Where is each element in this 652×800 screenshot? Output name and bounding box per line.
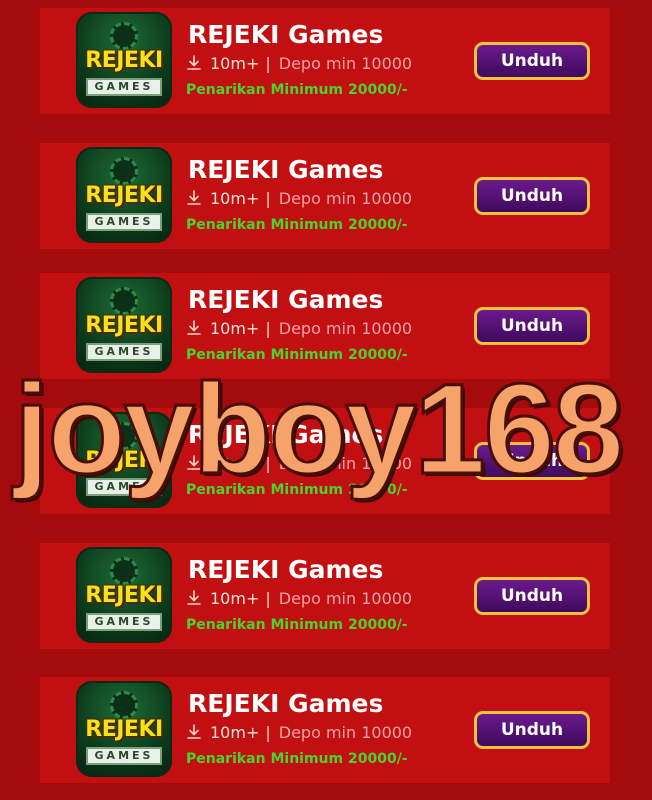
meta-separator: |	[265, 54, 271, 73]
app-meta: 10m+ | Depo min 10000	[186, 319, 412, 340]
poker-chip-icon	[110, 691, 138, 719]
withdraw-minimum: Penarikan Minimum 20000/-	[186, 751, 408, 767]
poker-chip-icon	[110, 287, 138, 315]
app-title: REJEKI Games	[188, 689, 384, 718]
download-icon	[186, 590, 204, 610]
meta-separator: |	[265, 189, 271, 208]
app-meta: 10m+ | Depo min 10000	[186, 189, 412, 210]
app-title: REJEKI Games	[188, 555, 384, 584]
app-icon-brand: REJEKI	[85, 717, 163, 742]
download-button[interactable]: Unduh	[474, 577, 590, 615]
deposit-minimum: Depo min 10000	[278, 723, 413, 742]
download-button[interactable]: Unduh	[474, 177, 590, 215]
app-icon-brand: REJEKI	[85, 183, 163, 208]
app-icon-sub: GAMES	[86, 213, 162, 231]
deposit-minimum: Depo min 10000	[278, 589, 413, 608]
download-count: 10m+	[210, 319, 260, 338]
download-icon	[186, 724, 204, 744]
download-count: 10m+	[210, 189, 260, 208]
app-icon-brand: REJEKI	[85, 583, 163, 608]
app-icon[interactable]: REJEKI GAMES	[76, 12, 172, 108]
poker-chip-icon	[110, 22, 138, 50]
withdraw-minimum: Penarikan Minimum 20000/-	[186, 617, 408, 633]
meta-separator: |	[265, 589, 271, 608]
download-button[interactable]: Unduh	[474, 307, 590, 345]
app-title: REJEKI Games	[188, 155, 384, 184]
app-row: REJEKI GAMES REJEKI Games 10m+ | Depo min 100…	[40, 143, 610, 249]
app-icon-sub: GAMES	[86, 747, 162, 765]
app-icon-sub: GAMES	[86, 613, 162, 631]
app-meta: 10m+ | Depo min 10000	[186, 589, 412, 610]
download-button[interactable]: Unduh	[474, 711, 590, 749]
app-row: REJEKI GAMES REJEKI Games 10m+ | Depo min 100…	[40, 543, 610, 649]
watermark-text: joyboy168	[12, 357, 625, 503]
meta-separator: |	[265, 319, 271, 338]
poker-chip-icon	[110, 557, 138, 585]
deposit-minimum: Depo min 10000	[278, 319, 413, 338]
download-button[interactable]: Unduh	[474, 42, 590, 80]
poker-chip-icon	[110, 157, 138, 185]
app-icon-sub: GAMES	[86, 78, 162, 96]
app-title: REJEKI Games	[188, 20, 384, 49]
app-meta: 10m+ | Depo min 10000	[186, 723, 412, 744]
app-title: REJEKI Games	[188, 285, 384, 314]
meta-separator: |	[265, 723, 271, 742]
download-count: 10m+	[210, 723, 260, 742]
app-icon-brand: REJEKI	[85, 48, 163, 73]
download-icon	[186, 190, 204, 210]
withdraw-minimum: Penarikan Minimum 20000/-	[186, 217, 408, 233]
download-count: 10m+	[210, 54, 260, 73]
download-icon	[186, 55, 204, 75]
deposit-minimum: Depo min 10000	[278, 189, 413, 208]
download-icon	[186, 320, 204, 340]
app-icon[interactable]: REJEKI GAMES	[76, 681, 172, 777]
app-icon-brand: REJEKI	[85, 313, 163, 338]
app-row: REJEKI GAMES REJEKI Games 10m+ | Depo min 100…	[40, 8, 610, 114]
app-row: REJEKI GAMES REJEKI Games 10m+ | Depo min 100…	[40, 677, 610, 783]
app-icon[interactable]: REJEKI GAMES	[76, 547, 172, 643]
withdraw-minimum: Penarikan Minimum 20000/-	[186, 82, 408, 98]
app-meta: 10m+ | Depo min 10000	[186, 54, 412, 75]
download-count: 10m+	[210, 589, 260, 608]
deposit-minimum: Depo min 10000	[278, 54, 413, 73]
app-icon[interactable]: REJEKI GAMES	[76, 147, 172, 243]
